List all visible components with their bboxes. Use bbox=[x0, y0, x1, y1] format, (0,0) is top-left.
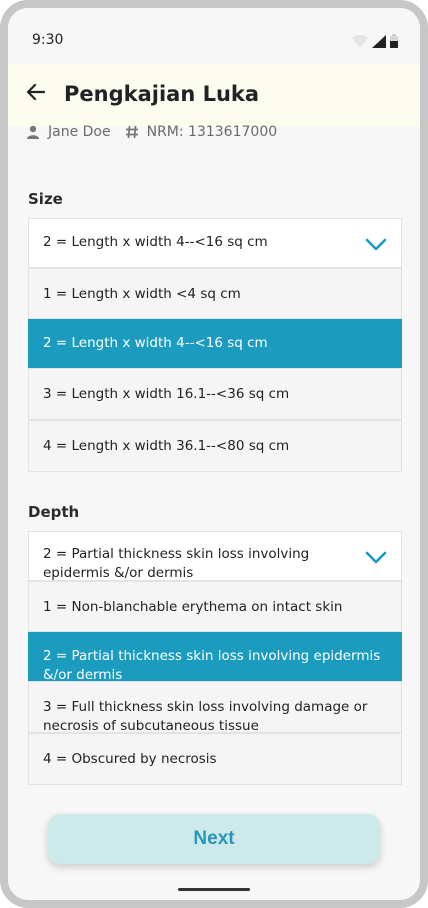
wifi-icon bbox=[352, 35, 368, 48]
hash-icon bbox=[125, 125, 139, 139]
depth-option-label: 1 = Non-blanchable erythema on intact sk… bbox=[43, 599, 343, 615]
signal-icon bbox=[372, 35, 386, 48]
size-select[interactable]: 2 = Length x width 4--<16 sq cm bbox=[28, 218, 402, 268]
phone-frame: 9:30 Pengkajian Luka Jane Doe NRM: 13136… bbox=[0, 0, 428, 908]
depth-option-label: 4 = Obscured by necrosis bbox=[43, 751, 217, 767]
size-option-label: 2 = Length x width 4--<16 sq cm bbox=[43, 335, 268, 351]
patient-info: Jane Doe NRM: 1313617000 bbox=[26, 124, 277, 140]
depth-selected-value: 2 = Partial thickness skin loss involvin… bbox=[43, 546, 310, 581]
size-option-4[interactable]: 4 = Length x width 36.1--<80 sq cm bbox=[28, 420, 402, 472]
size-option-label: 3 = Length x width 16.1--<36 sq cm bbox=[43, 386, 290, 402]
patient-name: Jane Doe bbox=[48, 124, 111, 140]
size-label: Size bbox=[28, 190, 63, 208]
battery-icon bbox=[390, 34, 398, 48]
next-button[interactable]: Next bbox=[48, 814, 380, 864]
size-option-2[interactable]: 2 = Length x width 4--<16 sq cm bbox=[28, 319, 402, 368]
app-header: Pengkajian Luka bbox=[8, 64, 420, 126]
chevron-down-icon[interactable] bbox=[365, 233, 387, 255]
size-option-label: 1 = Length x width <4 sq cm bbox=[43, 286, 241, 302]
depth-option-label: 3 = Full thickness skin loss involving d… bbox=[43, 699, 368, 733]
home-indicator bbox=[178, 888, 250, 891]
back-arrow-icon[interactable] bbox=[24, 80, 48, 104]
depth-option-4[interactable]: 4 = Obscured by necrosis bbox=[28, 733, 402, 785]
person-icon bbox=[26, 125, 40, 139]
depth-option-label: 2 = Partial thickness skin loss involvin… bbox=[43, 648, 381, 681]
depth-option-2[interactable]: 2 = Partial thickness skin loss involvin… bbox=[28, 632, 402, 681]
page-title: Pengkajian Luka bbox=[64, 82, 260, 106]
size-selected-value: 2 = Length x width 4--<16 sq cm bbox=[43, 234, 268, 250]
size-option-3[interactable]: 3 = Length x width 16.1--<36 sq cm bbox=[28, 368, 402, 420]
depth-label: Depth bbox=[28, 503, 80, 521]
patient-nrm: NRM: 1313617000 bbox=[146, 124, 278, 140]
depth-option-1[interactable]: 1 = Non-blanchable erythema on intact sk… bbox=[28, 581, 402, 632]
size-option-label: 4 = Length x width 36.1--<80 sq cm bbox=[43, 438, 290, 454]
depth-option-3[interactable]: 3 = Full thickness skin loss involving d… bbox=[28, 681, 402, 733]
status-time: 9:30 bbox=[32, 32, 64, 48]
status-bar: 9:30 bbox=[8, 8, 420, 66]
chevron-down-icon[interactable] bbox=[365, 546, 387, 568]
depth-select[interactable]: 2 = Partial thickness skin loss involvin… bbox=[28, 531, 402, 581]
status-icons bbox=[352, 34, 398, 48]
size-option-1[interactable]: 1 = Length x width <4 sq cm bbox=[28, 268, 402, 319]
